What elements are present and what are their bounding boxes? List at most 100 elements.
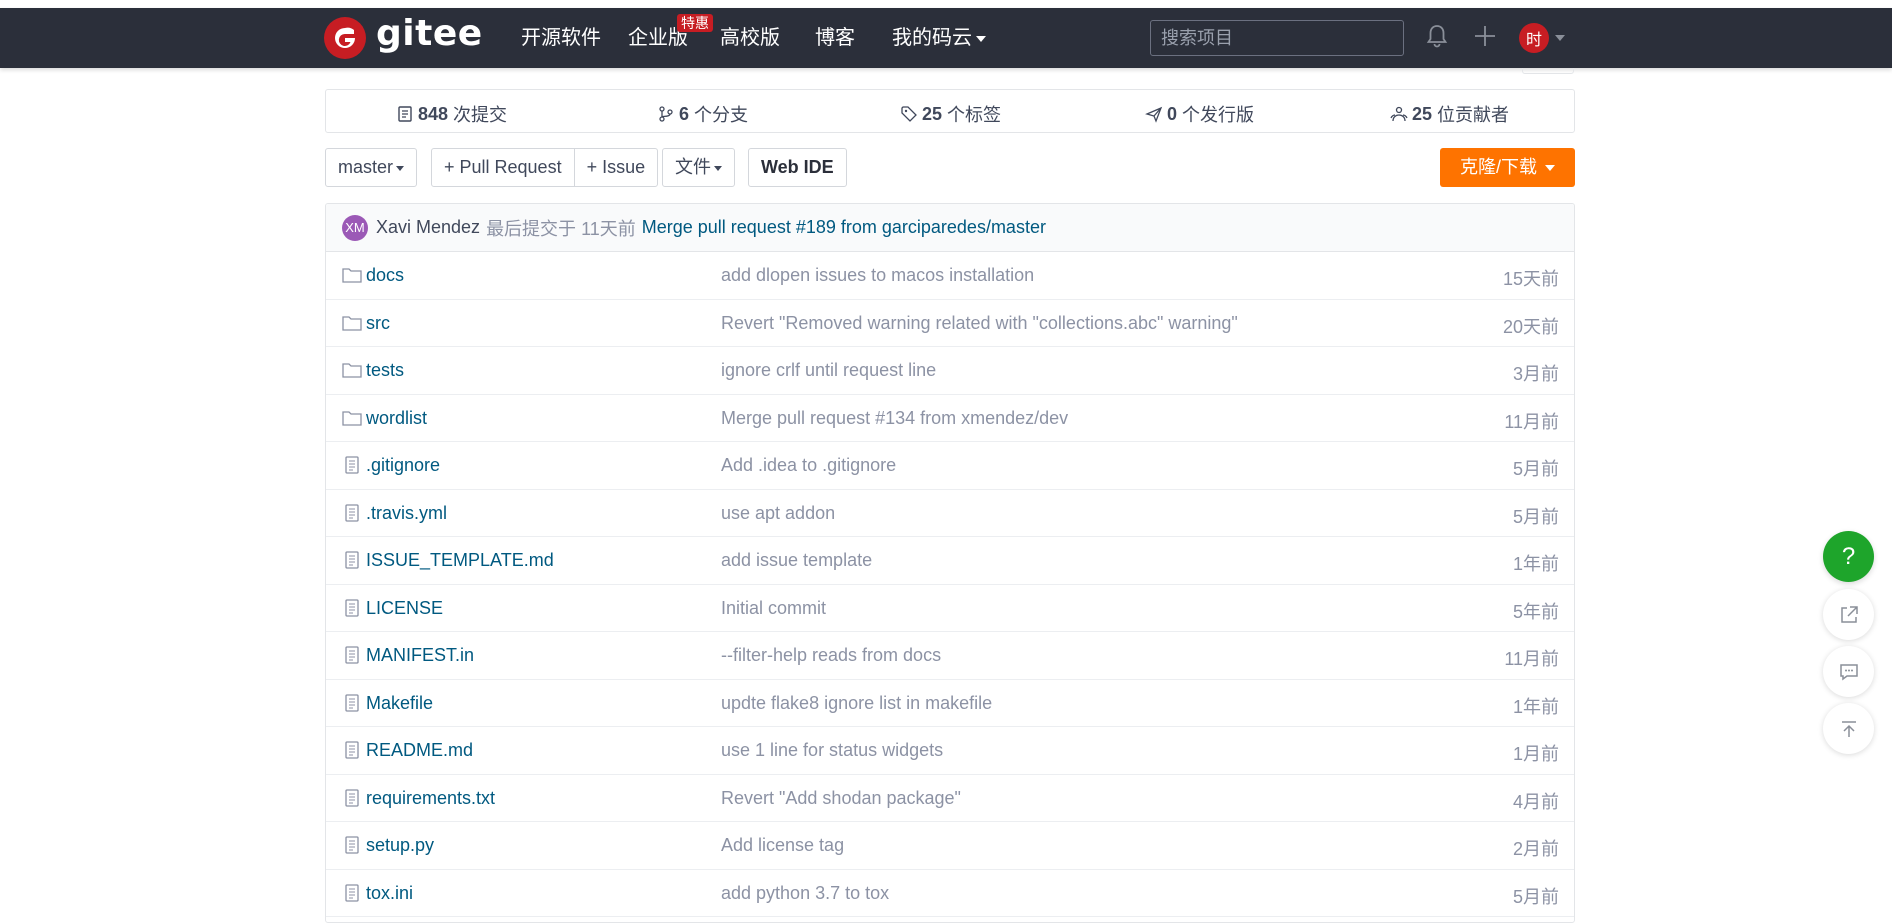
file-name-link[interactable]: src <box>366 313 390 334</box>
commit-message[interactable]: Merge pull request #189 from garciparede… <box>642 217 1046 238</box>
nav-blog[interactable]: 博客 <box>815 26 855 50</box>
chevron-down-icon <box>1545 165 1555 172</box>
file-name-link[interactable]: setup.py <box>366 835 434 856</box>
tags-stat[interactable]: 25 个标签 <box>900 101 1001 127</box>
file-icon <box>342 551 362 569</box>
author-avatar[interactable]: XM <box>342 214 368 241</box>
web-ide-button[interactable]: Web IDE <box>748 148 847 187</box>
clone-download-label: 克隆/下载 <box>1459 157 1537 177</box>
file-commit-message[interactable]: ignore crlf until request line <box>721 360 936 381</box>
commits-count: 848 <box>418 103 449 124</box>
file-name-link[interactable]: .gitignore <box>366 455 440 476</box>
commit-author[interactable]: Xavi Mendez <box>376 217 480 238</box>
create-button-group: + Pull Request + Issue <box>431 148 659 187</box>
user-menu-chevron-icon[interactable] <box>1555 35 1565 41</box>
file-name-link[interactable]: tests <box>366 360 404 381</box>
file-name-link[interactable]: README.md <box>366 740 473 761</box>
file-commit-message[interactable]: Revert "Removed warning related with "co… <box>721 313 1238 334</box>
file-row[interactable]: setup.py Add license tag 2月前 <box>326 822 1574 870</box>
file-name-link[interactable]: MANIFEST.in <box>366 645 474 666</box>
back-to-top-button[interactable] <box>1823 703 1874 754</box>
file-commit-message[interactable]: use 1 line for status widgets <box>721 740 943 761</box>
branches-stat[interactable]: 6 个分支 <box>657 101 748 127</box>
file-commit-message[interactable]: Revert "Add shodan package" <box>721 788 961 809</box>
file-icon <box>342 883 362 902</box>
bell-icon[interactable] <box>1423 22 1451 50</box>
file-icon <box>342 741 362 759</box>
file-name-link[interactable]: LICENSE <box>366 598 443 619</box>
file-row[interactable]: .gitignore Add .idea to .gitignore 5月前 <box>326 442 1574 490</box>
file-icon <box>342 503 362 522</box>
external-link-icon <box>1840 605 1858 623</box>
file-icon <box>342 693 362 712</box>
file-name-link[interactable]: requirements.txt <box>366 788 495 809</box>
commits-stat[interactable]: 848 次提交 <box>396 101 507 127</box>
gitee-logo[interactable]: gitee <box>324 13 483 59</box>
releases-stat[interactable]: 0 个发行版 <box>1145 101 1254 127</box>
file-commit-message[interactable]: add dlopen issues to macos installation <box>721 265 1034 286</box>
search-input[interactable] <box>1150 20 1404 56</box>
file-commit-message[interactable]: --filter-help reads from docs <box>721 645 941 666</box>
help-button[interactable]: ? <box>1823 531 1874 582</box>
branches-count: 6 <box>679 103 690 124</box>
file-name-link[interactable]: tox.ini <box>366 883 413 904</box>
new-pull-request-button[interactable]: + Pull Request <box>432 149 574 186</box>
user-avatar[interactable]: 时 <box>1519 23 1549 53</box>
file-row[interactable]: ISSUE_TEMPLATE.md add issue template 1年前 <box>326 537 1574 585</box>
file-row[interactable]: Makefile updte flake8 ignore list in make… <box>326 680 1574 727</box>
file-commit-message[interactable]: Merge pull request #134 from xmendez/dev <box>721 408 1068 429</box>
file-updated-time: 5月前 <box>1512 459 1559 479</box>
file-row[interactable]: MANIFEST.in --filter-help reads from docs… <box>326 632 1574 680</box>
folder-icon <box>342 409 362 427</box>
new-issue-button[interactable]: + Issue <box>575 149 658 186</box>
file-row[interactable]: src Revert "Removed warning related with … <box>326 300 1574 347</box>
branch-select[interactable]: master <box>325 148 418 187</box>
releases-count: 0 <box>1167 103 1178 124</box>
file-updated-time: 2月前 <box>1512 839 1559 859</box>
file-row[interactable]: tests ignore crlf until request line 3月前 <box>326 347 1574 395</box>
file-commit-message[interactable]: Add license tag <box>721 835 844 856</box>
file-name-link[interactable]: docs <box>366 265 404 286</box>
file-name-link[interactable]: wordlist <box>366 408 427 429</box>
file-row[interactable]: requirements.txt Revert "Add shodan packa… <box>326 775 1574 822</box>
file-name-link[interactable]: Makefile <box>366 693 433 714</box>
feedback-button[interactable] <box>1823 646 1874 697</box>
nav-open-source[interactable]: 开源软件 <box>521 26 601 50</box>
branches-label: 个分支 <box>694 105 749 125</box>
file-menu-button[interactable]: 文件 <box>662 148 735 187</box>
plus-icon[interactable] <box>1471 22 1499 50</box>
file-commit-message[interactable]: add python 3.7 to tox <box>721 883 889 904</box>
file-name-link[interactable]: ISSUE_TEMPLATE.md <box>366 550 554 571</box>
nav-university[interactable]: 高校版 <box>720 26 780 50</box>
gitee-logo-icon <box>324 17 366 59</box>
file-row[interactable]: tox.ini add python 3.7 to tox 5月前 <box>326 870 1574 917</box>
file-row[interactable]: LICENSE Initial commit 5年前 <box>326 585 1574 632</box>
share-button[interactable] <box>1823 589 1874 640</box>
branch-icon <box>659 106 673 122</box>
commit-file-icon <box>398 106 412 122</box>
file-commit-message[interactable]: Initial commit <box>721 598 826 619</box>
file-updated-time: 20天前 <box>1502 316 1559 337</box>
file-commit-message[interactable]: Add .idea to .gitignore <box>721 455 896 476</box>
nav-my-gitee[interactable]: 我的码云 <box>892 26 986 50</box>
file-row[interactable]: wordlist Merge pull request #134 from xme… <box>326 395 1574 442</box>
file-updated-time: 4月前 <box>1512 791 1559 812</box>
file-row[interactable]: .travis.yml use apt addon 5月前 <box>326 490 1574 537</box>
file-commit-message[interactable]: use apt addon <box>721 503 835 524</box>
last-commit-row: XM Xavi Mendez 最后提交于 11天前 Merge pull req… <box>326 204 1574 252</box>
file-updated-time: 1年前 <box>1512 554 1559 574</box>
file-commit-message[interactable]: add issue template <box>721 550 872 571</box>
file-row[interactable]: docs add dlopen issues to macos installat… <box>326 252 1574 300</box>
tags-count: 25 <box>922 103 943 124</box>
contributors-stat[interactable]: 25 位贡献者 <box>1390 101 1509 127</box>
file-updated-time: 1年前 <box>1512 696 1559 717</box>
file-updated-time: 5月前 <box>1512 506 1559 527</box>
clone-download-button[interactable]: 克隆/下载 <box>1440 148 1575 187</box>
tags-label: 个标签 <box>947 105 1002 125</box>
file-name-link[interactable]: .travis.yml <box>366 503 447 524</box>
branch-select-label: master <box>338 157 394 177</box>
file-row[interactable]: README.md use 1 line for status widgets 1月… <box>326 727 1574 775</box>
file-commit-message[interactable]: updte flake8 ignore list in makefile <box>721 693 992 714</box>
commit-time: 最后提交于 11天前 <box>486 218 636 239</box>
logo-text: gitee <box>376 13 483 54</box>
